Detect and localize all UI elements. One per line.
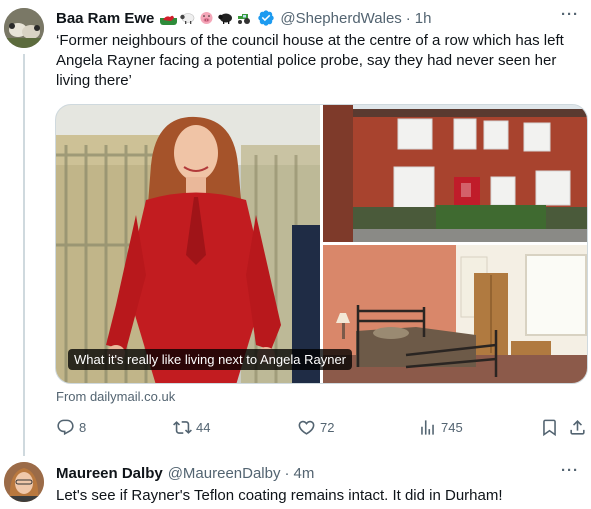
- wales-flag-icon: [160, 11, 178, 25]
- timestamp[interactable]: 1h: [415, 10, 432, 27]
- like-button[interactable]: 72: [297, 418, 334, 437]
- verified-badge-icon: [258, 10, 275, 26]
- retweet-icon: [173, 421, 192, 434]
- more-options-icon[interactable]: ···: [561, 6, 579, 23]
- user-handle[interactable]: @ShepherdWales: [280, 10, 401, 27]
- user-handle[interactable]: @MaureenDalby: [168, 465, 281, 482]
- views-count: 745: [441, 420, 463, 435]
- black-sheep-icon: [217, 11, 234, 25]
- share-button[interactable]: [568, 418, 587, 437]
- link-source[interactable]: From dailymail.co.uk: [56, 389, 175, 404]
- bookmark-icon: [543, 419, 556, 437]
- tweet-text: ‘Former neighbours of the council house …: [56, 32, 564, 89]
- views-chart-icon: [421, 420, 434, 435]
- timestamp[interactable]: 4m: [293, 465, 314, 482]
- photo-bedroom: [323, 245, 587, 383]
- reply-icon: [57, 419, 74, 436]
- separator-dot: ·: [284, 464, 290, 482]
- name-emojis: [160, 11, 253, 25]
- tractor-icon: [236, 11, 253, 25]
- sheep-icon: [179, 11, 196, 25]
- media-caption: What it's really like living next to Ang…: [68, 349, 352, 370]
- retweet-button[interactable]: 44: [173, 418, 210, 437]
- photo-terraced-house: [323, 105, 587, 243]
- bookmark-button[interactable]: [540, 418, 559, 437]
- like-count: 72: [320, 420, 335, 435]
- pig-icon: [198, 11, 215, 25]
- display-name[interactable]: Baa Ram Ewe: [56, 10, 154, 27]
- retweet-count: 44: [196, 420, 211, 435]
- reply-button[interactable]: 8: [56, 418, 86, 437]
- tweet-text: Let's see if Rayner's Teflon coating rem…: [56, 487, 503, 504]
- tweet-actions: 8 44 72 745: [56, 418, 586, 440]
- tweet-header: Maureen Dalby @MaureenDalby · 4m: [56, 463, 314, 483]
- share-icon: [570, 420, 585, 435]
- avatar[interactable]: [4, 8, 44, 48]
- avatar[interactable]: [4, 462, 44, 502]
- heart-icon: [298, 420, 315, 435]
- tweet-header: Baa Ram Ewe @ShepherdWales · 1h: [56, 8, 431, 28]
- reply-count: 8: [79, 420, 87, 435]
- media-collage: [56, 105, 587, 383]
- photo-woman-red-dress: [56, 105, 320, 383]
- views-button[interactable]: 745: [418, 418, 463, 437]
- display-name[interactable]: Maureen Dalby: [56, 465, 163, 482]
- separator-dot: ·: [405, 9, 411, 27]
- thread-connector-line: [23, 54, 25, 456]
- media-card[interactable]: What it's really like living next to Ang…: [55, 104, 588, 384]
- more-options-icon[interactable]: ···: [561, 462, 579, 479]
